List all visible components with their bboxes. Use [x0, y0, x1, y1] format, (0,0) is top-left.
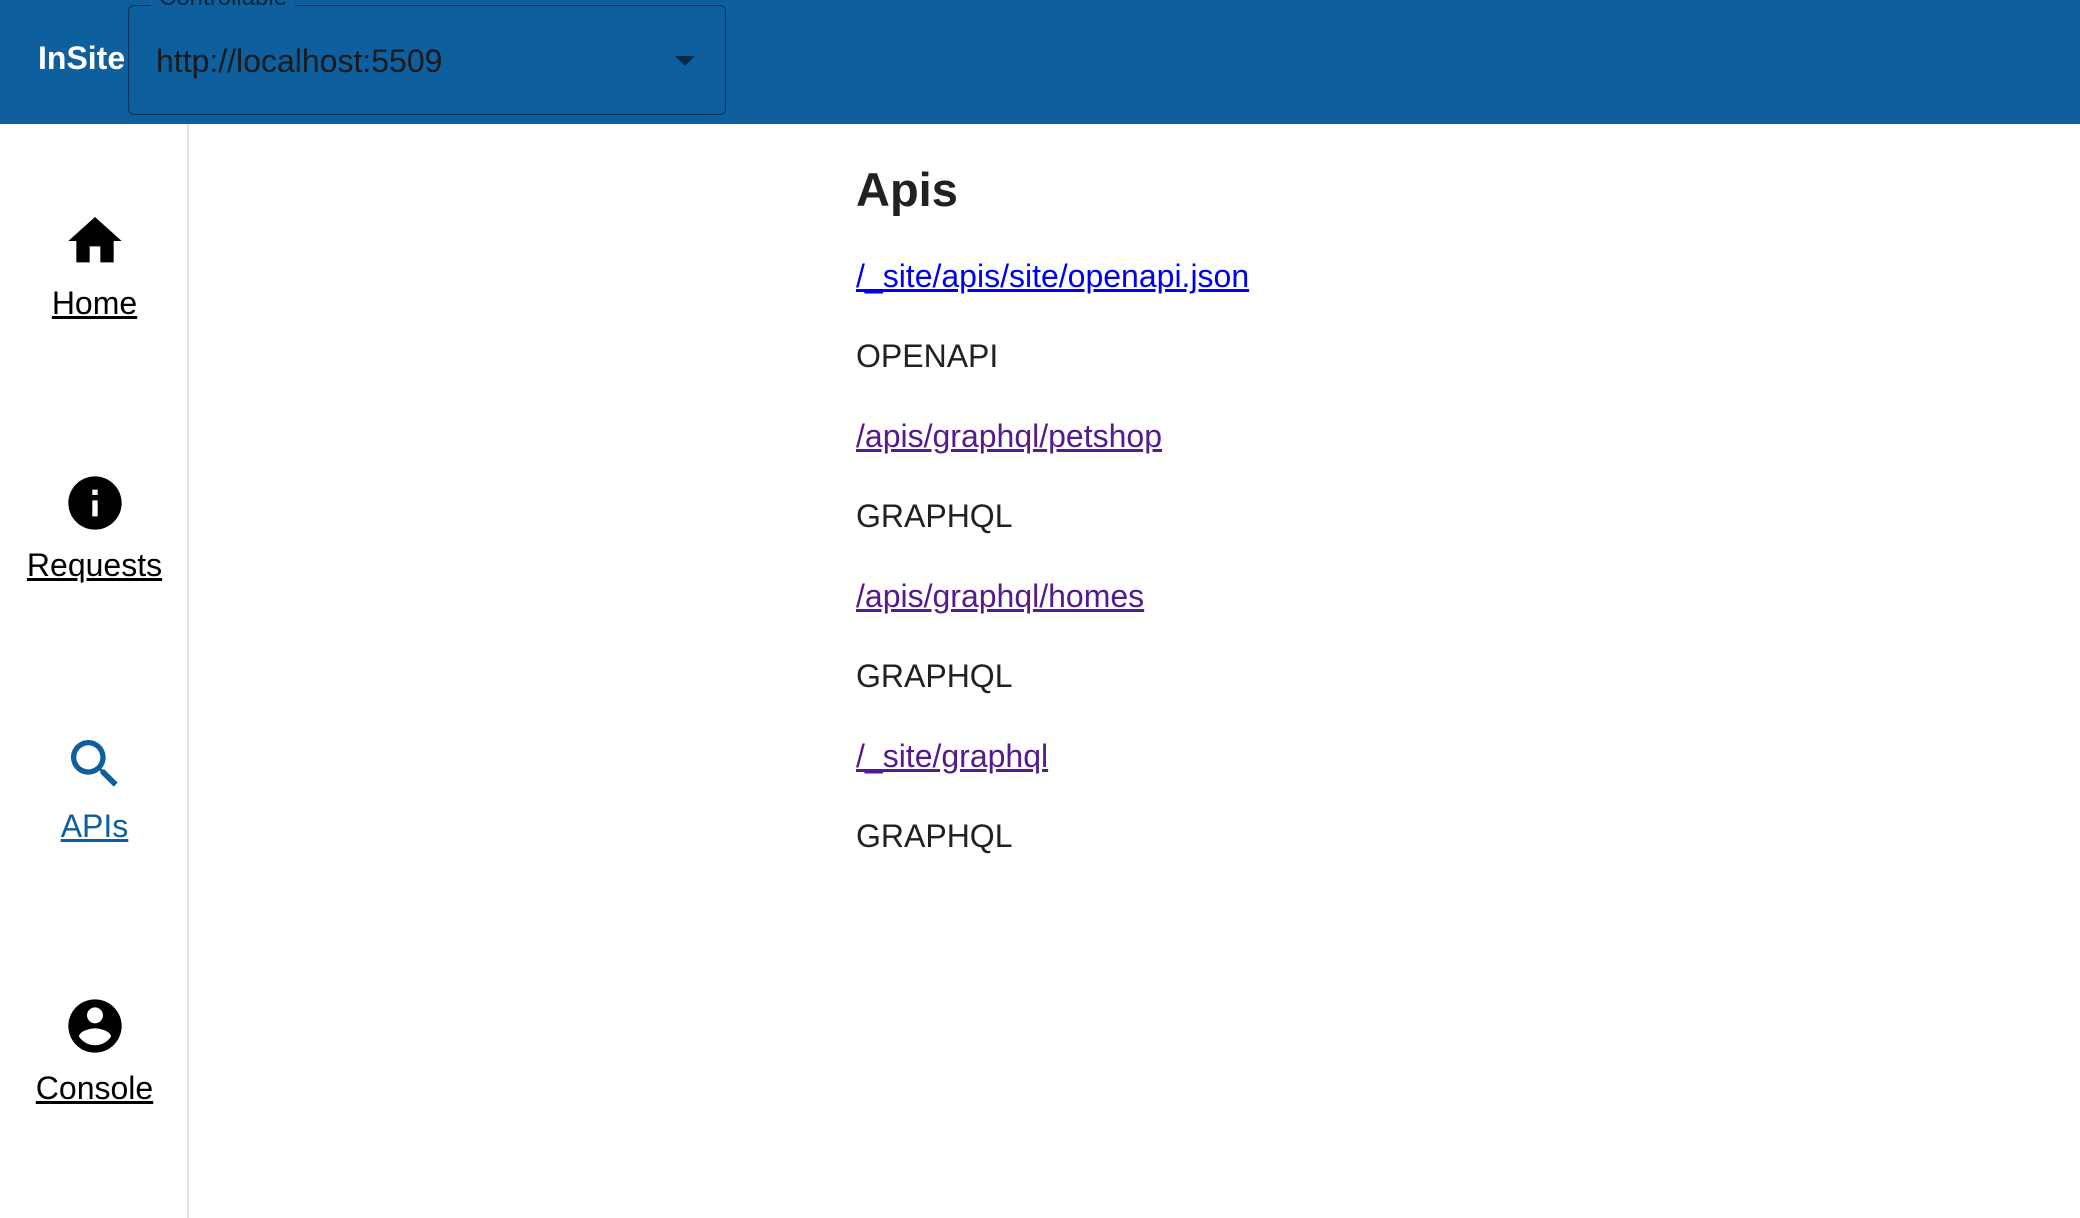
app-title: InSite — [38, 40, 126, 76]
api-type: GRAPHQL — [856, 818, 1013, 854]
chevron-down-icon[interactable] — [675, 56, 695, 66]
sidebar-item-label: APIs — [60, 808, 129, 844]
server-select-value: http://localhost:5509 — [156, 43, 443, 79]
api-link[interactable]: /apis/graphql/petshop — [856, 418, 1162, 455]
info-icon — [67, 476, 122, 530]
api-type: OPENAPI — [856, 338, 999, 374]
api-link[interactable]: /apis/graphql/homes — [856, 578, 1144, 615]
sidebar-item-label: Home — [51, 285, 138, 321]
api-type: GRAPHQL — [856, 658, 1013, 694]
sidebar-item-console[interactable]: Console — [0, 994, 189, 1107]
api-link[interactable]: /_site/graphql — [856, 738, 1048, 775]
home-icon — [67, 217, 122, 263]
sidebar-item-label: Console — [35, 1070, 154, 1106]
search-icon — [70, 740, 118, 787]
sidebar-item-apis[interactable]: APIs — [0, 732, 189, 845]
sidebar-item-requests[interactable]: Requests — [0, 471, 189, 584]
server-select-label: Controllable — [151, 0, 296, 10]
api-link[interactable]: /_site/apis/site/openapi.json — [856, 258, 1249, 295]
sidebar: Home Requests APIs Console — [0, 124, 189, 1218]
account-circle-icon — [67, 999, 122, 1053]
api-type: GRAPHQL — [856, 498, 1013, 534]
sidebar-item-label: Requests — [26, 547, 163, 583]
app-bar: InSite Controllable http://localhost:550… — [0, 0, 2080, 124]
page-title: Apis — [856, 163, 958, 216]
server-select[interactable]: Controllable http://localhost:5509 — [128, 0, 726, 115]
sidebar-item-home[interactable]: Home — [0, 209, 189, 322]
